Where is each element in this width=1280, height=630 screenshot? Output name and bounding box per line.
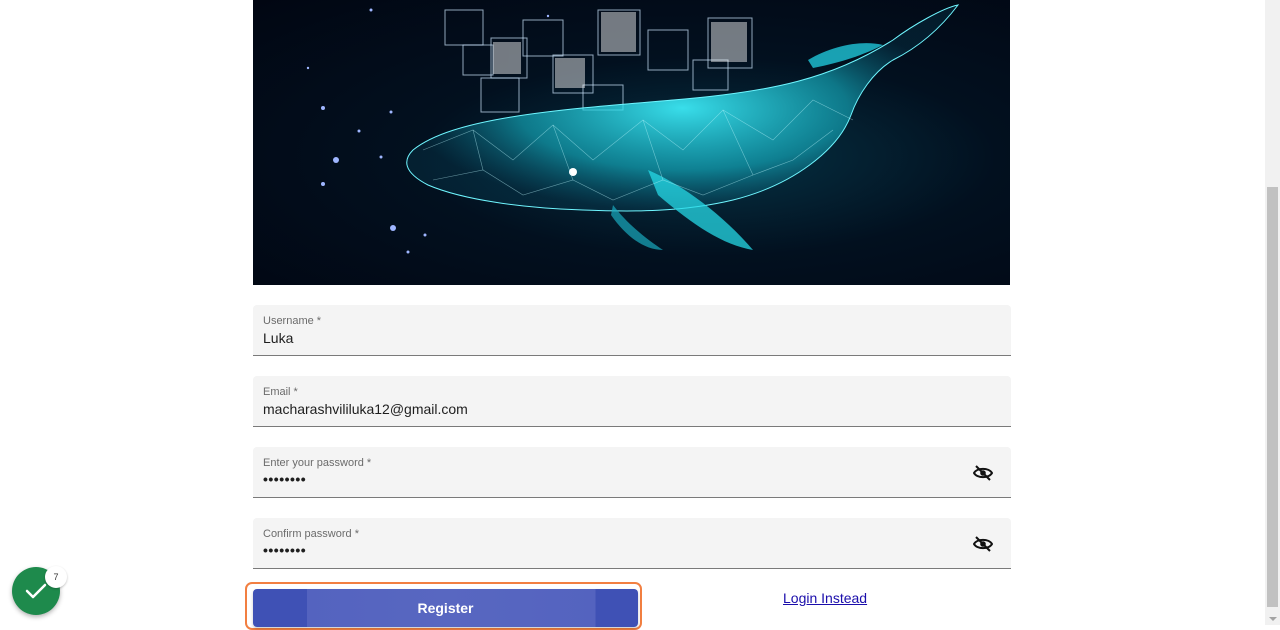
notification-badge: 7 (45, 566, 67, 588)
scrollbar-thumb[interactable] (1267, 187, 1278, 607)
hero-whale-image (253, 0, 1010, 285)
eye-off-icon[interactable] (972, 536, 994, 552)
password-field[interactable]: Enter your password * •••••••• (253, 447, 1011, 498)
confirm-password-label: Confirm password * (263, 528, 359, 540)
username-field[interactable]: Username * Luka (253, 305, 1011, 356)
email-label: Email * (263, 386, 298, 398)
register-button[interactable]: Register (253, 589, 638, 627)
password-label: Enter your password * (263, 457, 372, 469)
password-input[interactable]: •••••••• (263, 471, 306, 487)
confirm-password-field[interactable]: Confirm password * •••••••• (253, 518, 1011, 569)
eye-off-icon[interactable] (972, 465, 994, 481)
username-input[interactable]: Luka (263, 330, 293, 346)
username-label: Username * (263, 315, 322, 327)
email-input[interactable]: macharashvililuka12@gmail.com (263, 401, 468, 417)
register-button-focus-ring: Register (245, 582, 642, 630)
email-field[interactable]: Email * macharashvililuka12@gmail.com (253, 376, 1011, 427)
whale-illustration (306, 4, 960, 254)
vertical-scrollbar[interactable] (1265, 0, 1280, 625)
check-icon (25, 583, 47, 599)
scroll-down-arrow-icon[interactable] (1269, 617, 1277, 621)
confirm-password-input[interactable]: •••••••• (263, 542, 306, 558)
login-instead-link[interactable]: Login Instead (783, 590, 867, 606)
